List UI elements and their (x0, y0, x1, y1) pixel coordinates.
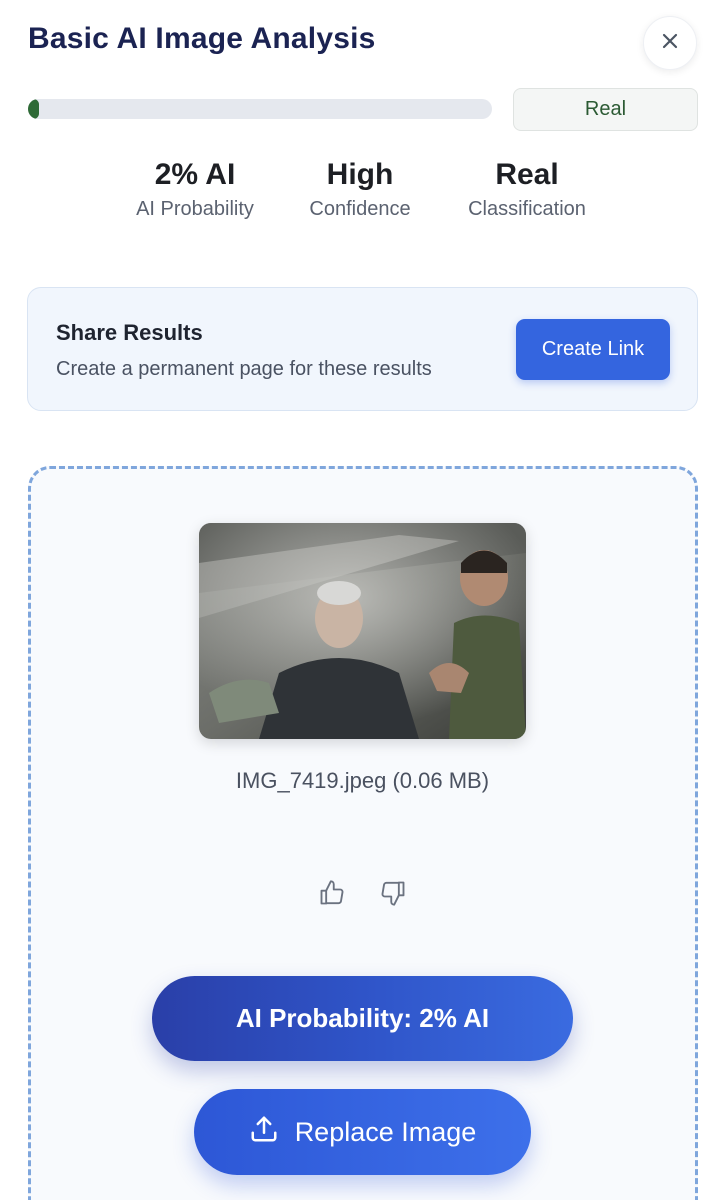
stat-confidence: High Confidence (270, 154, 450, 221)
uploaded-image-preview (199, 523, 526, 739)
stat-classification: Real Classification (437, 154, 617, 221)
upload-icon (249, 1114, 279, 1151)
close-icon (661, 32, 679, 55)
stat-value: Real (495, 158, 559, 191)
stat-value: 2% AI (154, 158, 236, 191)
thumbs-down-icon (379, 879, 407, 912)
thumbs-down-button[interactable] (378, 880, 408, 910)
replace-image-label: Replace Image (294, 1116, 477, 1147)
ai-probability-bar (28, 99, 492, 119)
stat-label: AI Probability (136, 198, 254, 220)
stat-ai-probability: 2% AI AI Probability (105, 154, 285, 221)
page-title: Basic AI Image Analysis (28, 22, 376, 55)
share-description: Create a permanent page for these result… (56, 358, 432, 380)
stat-value: High (326, 158, 394, 191)
close-button[interactable] (643, 16, 697, 70)
ai-probability-button[interactable]: AI Probability: 2% AI (152, 976, 573, 1061)
file-name: IMG_7419.jpeg (0.06 MB) (235, 768, 490, 793)
ai-probability-fill (28, 99, 39, 119)
share-results-card: Share Results Create a permanent page fo… (27, 287, 698, 411)
classification-badge: Real (513, 88, 698, 131)
thumbs-up-icon (318, 879, 346, 912)
create-link-button[interactable]: Create Link (516, 319, 670, 380)
stat-label: Confidence (309, 198, 411, 220)
replace-image-button[interactable]: Replace Image (194, 1089, 531, 1175)
thumbs-up-button[interactable] (317, 879, 347, 912)
share-title: Share Results (56, 320, 203, 345)
stat-label: Classification (468, 198, 586, 220)
